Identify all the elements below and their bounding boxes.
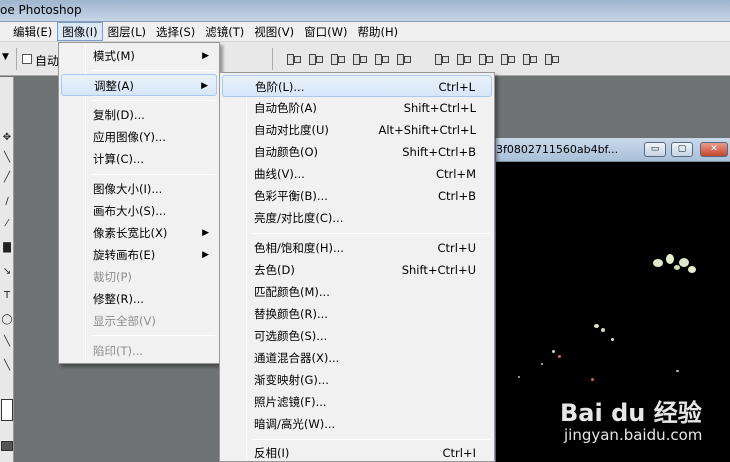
baidu-jingyan-watermark: Bai du 经验 jingyan.baidu.com [560,388,730,458]
auto-select-checkbox[interactable] [22,54,32,64]
app-title: oe Photoshop [0,3,82,17]
toolbox: ✥ ╲ ╱ / ⁄ ▇ ↘ T ◯ ╲ ╲ [0,77,14,462]
watermark-brand: Bai du 经验 [560,399,702,427]
app-title-bar: oe Photoshop [0,0,730,22]
menu-bar: 编辑(E) 图像(I) 图层(L) 选择(S) 滤镜(T) 视图(V) 窗口(W… [0,22,730,42]
distribute-right-icon[interactable] [543,52,559,66]
menu-item-auto-contrast[interactable]: 自动对比度(U) Alt+Shift+Ctrl+L [222,119,492,141]
menu-view[interactable]: 视图(V) [249,22,299,41]
move-tool-icon[interactable]: ✥ [1,131,13,145]
align-bottom-icon[interactable] [329,52,345,66]
menu-window[interactable]: 窗口(W) [299,22,352,41]
menu-image[interactable]: 图像(I) [57,22,103,41]
menu-item-match-color[interactable]: 匹配颜色(M)... [222,281,492,303]
menu-item-selective-color[interactable]: 可选颜色(S)... [222,325,492,347]
menu-item-shadow-highlight[interactable]: 暗调/高光(W)... [222,413,492,435]
menu-item-auto-levels[interactable]: 自动色阶(A) Shift+Ctrl+L [222,97,492,119]
gradient-tool-icon[interactable]: ▇ [1,241,13,255]
brush-tool-icon[interactable]: / [1,195,13,209]
menu-item-adjust[interactable]: 调整(A) ▶ [61,74,217,96]
shape-tool-icon[interactable]: ◯ [1,313,13,327]
menu-item-image-size[interactable]: 图像大小(I)... [61,178,217,200]
align-right-icon[interactable] [395,52,411,66]
menu-item-levels[interactable]: 色阶(L)... Ctrl+L [222,75,492,97]
quickmask-icon[interactable] [1,441,13,451]
menu-item-trim[interactable]: 修整(R)... [61,288,217,310]
document-title-bar[interactable]: 3f0802711560ab4bf... ▭ ▢ ✕ [496,138,730,162]
background-color-swatch[interactable] [1,399,13,421]
menu-item-canvas-size[interactable]: 画布大小(S)... [61,200,217,222]
eyedropper-tool-icon[interactable]: ╲ [1,335,13,349]
menu-item-photo-filter[interactable]: 照片滤镜(F)... [222,391,492,413]
menu-item-apply-image[interactable]: 应用图像(Y)... [61,126,217,148]
document-title: 3f0802711560ab4bf... [496,143,619,156]
adjust-submenu: 色阶(L)... Ctrl+L 自动色阶(A) Shift+Ctrl+L 自动对比度… [219,72,495,462]
menu-item-replace-color[interactable]: 替换颜色(R)... [222,303,492,325]
align-left-icon[interactable] [351,52,367,66]
menu-item-mode[interactable]: 模式(M) ▶ [61,45,217,67]
distribute-vcenter-icon[interactable] [455,52,471,66]
menu-item-invert[interactable]: 反相(I) Ctrl+I [222,442,492,462]
history-brush-icon[interactable]: ⁄ [1,217,13,231]
distribute-hcenter-icon[interactable] [521,52,537,66]
submenu-arrow-icon: ▶ [202,250,209,260]
watermark-url: jingyan.baidu.com [564,426,703,444]
distribute-bottom-icon[interactable] [477,52,493,66]
menu-item-color-balance[interactable]: 色彩平衡(B)... Ctrl+B [222,185,492,207]
menu-edit[interactable]: 编辑(E) [8,22,57,41]
menu-item-pixel-aspect-ratio[interactable]: 像素长宽比(X) ▶ [61,222,217,244]
menu-item-curves[interactable]: 曲线(V)... Ctrl+M [222,163,492,185]
menu-filter[interactable]: 滤镜(T) [200,22,249,41]
minimize-button[interactable]: ▭ [644,142,666,157]
separator [272,48,273,70]
align-vcenter-icon[interactable] [307,52,323,66]
menu-layer[interactable]: 图层(L) [103,22,151,41]
restore-button[interactable]: ▢ [671,142,693,157]
submenu-arrow-icon: ▶ [201,81,208,91]
menu-item-crop: 裁切(P) [93,270,132,284]
menu-item-duplicate[interactable]: 复制(D)... [61,104,217,126]
align-hcenter-icon[interactable] [373,52,389,66]
tool-preset-dropdown-icon[interactable]: ▼ [2,52,9,62]
menu-select[interactable]: 选择(S) [151,22,200,41]
separator [16,48,17,70]
menu-item-auto-color[interactable]: 自动颜色(O) Shift+Ctrl+B [222,141,492,163]
menu-item-channel-mixer[interactable]: 通道混合器(X)... [222,347,492,369]
align-distribute-group [285,52,559,66]
menu-item-trap: 陷印(T)... [93,344,143,358]
lasso-tool-icon[interactable]: ╲ [1,151,13,165]
submenu-arrow-icon: ▶ [202,51,209,61]
menu-item-calculations[interactable]: 计算(C)... [61,148,217,170]
menu-item-gradient-map[interactable]: 渐变映射(G)... [222,369,492,391]
align-top-icon[interactable] [285,52,301,66]
menu-item-rotate-canvas[interactable]: 旋转画布(E) ▶ [61,244,217,266]
distribute-left-icon[interactable] [499,52,515,66]
distribute-top-icon[interactable] [433,52,449,66]
menu-item-hue-saturation[interactable]: 色相/饱和度(H)... Ctrl+U [222,237,492,259]
submenu-arrow-icon: ▶ [202,228,209,238]
menu-item-desaturate[interactable]: 去色(D) Shift+Ctrl+U [222,259,492,281]
pen-tool-icon[interactable]: ↘ [1,265,13,279]
close-button[interactable]: ✕ [700,142,728,157]
crop-tool-icon[interactable]: ╱ [1,171,13,185]
type-tool-icon[interactable]: T [1,289,13,303]
hand-tool-icon[interactable]: ╲ [1,359,13,373]
menu-help[interactable]: 帮助(H) [352,22,403,41]
auto-select-label: 自动 [35,54,60,68]
menu-item-reveal-all: 显示全部(V) [93,314,156,328]
menu-item-brightness-contrast[interactable]: 亮度/对比度(C)... [222,207,492,229]
image-menu: 模式(M) ▶ 调整(A) ▶ 复制(D)... 应用图像(Y)... 计算(C).… [58,42,220,364]
